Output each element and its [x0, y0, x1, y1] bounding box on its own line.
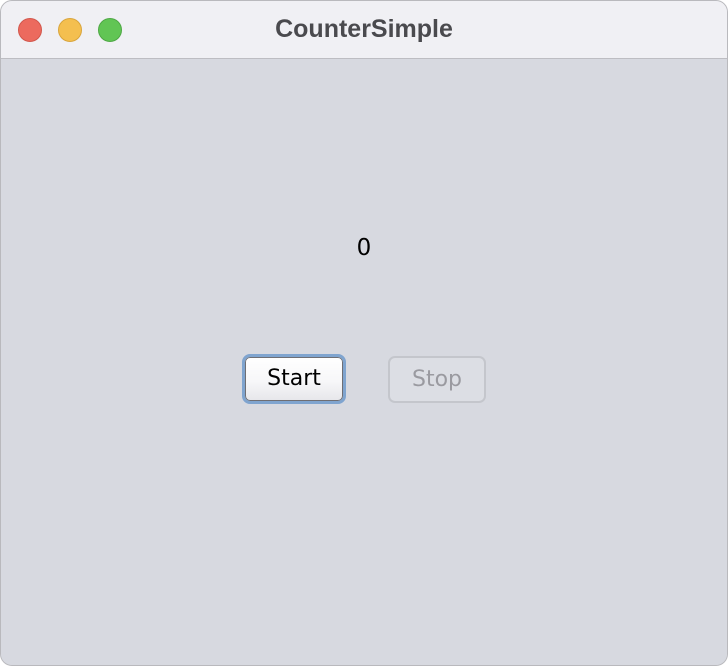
window-title: CounterSimple	[275, 15, 453, 43]
app-window: CounterSimple 0 Start Stop	[0, 0, 728, 666]
title-bar[interactable]: CounterSimple	[1, 1, 727, 59]
content-panel: 0 Start Stop	[1, 59, 727, 665]
counter-label: 0	[356, 235, 372, 261]
stop-button[interactable]: Stop	[388, 356, 486, 403]
start-button[interactable]: Start	[242, 354, 346, 404]
